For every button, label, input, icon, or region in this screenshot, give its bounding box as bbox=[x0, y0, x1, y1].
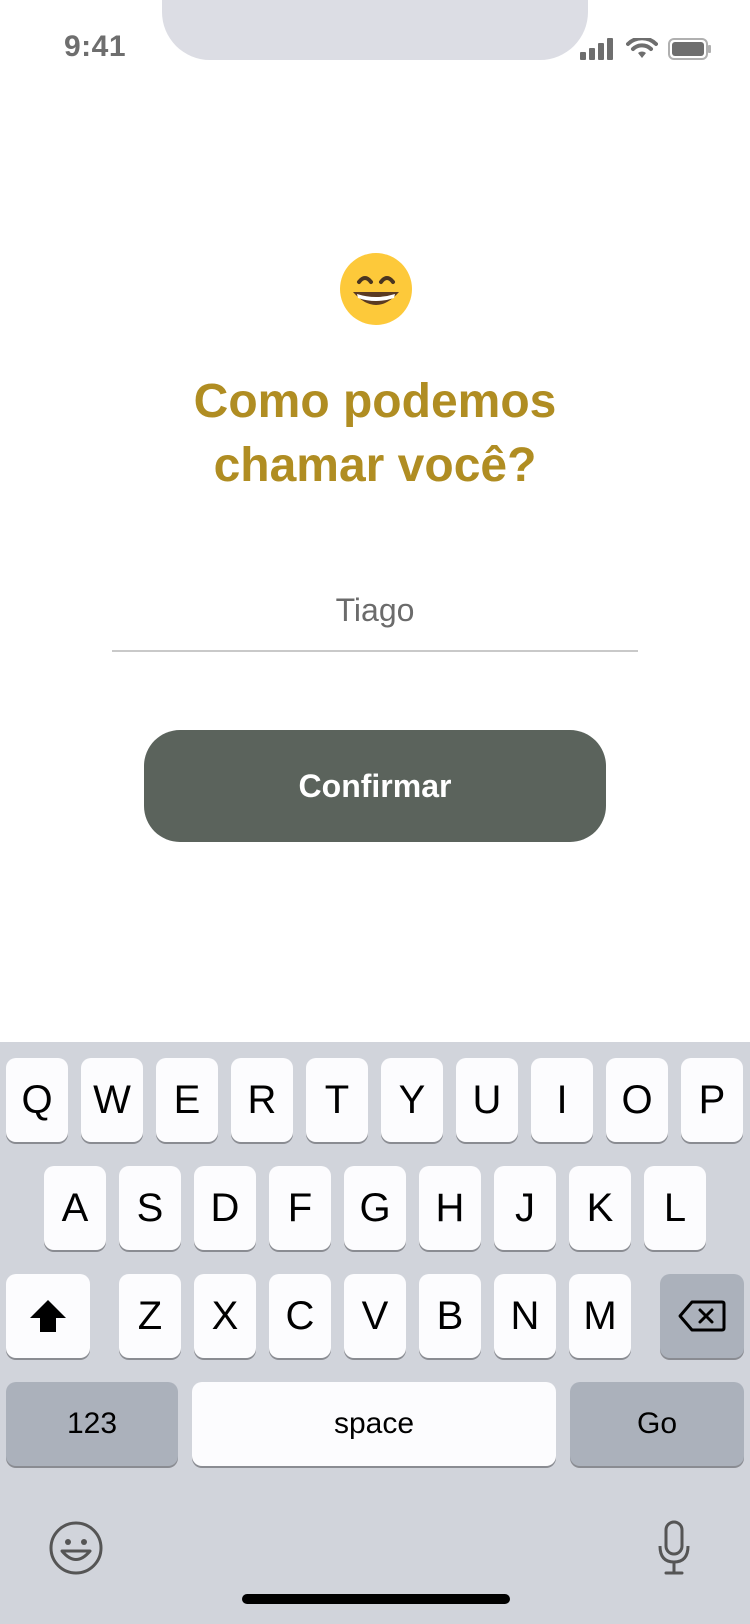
go-key[interactable]: Go bbox=[570, 1382, 744, 1466]
key-h[interactable]: H bbox=[419, 1166, 481, 1250]
key-u[interactable]: U bbox=[456, 1058, 518, 1142]
key-l[interactable]: L bbox=[644, 1166, 706, 1250]
key-n[interactable]: N bbox=[494, 1274, 556, 1358]
key-z[interactable]: Z bbox=[119, 1274, 181, 1358]
key-s[interactable]: S bbox=[119, 1166, 181, 1250]
key-b[interactable]: B bbox=[419, 1274, 481, 1358]
wifi-icon bbox=[626, 38, 658, 58]
key-j[interactable]: J bbox=[494, 1166, 556, 1250]
name-prompt: Como podemos chamar você? bbox=[0, 370, 750, 498]
key-t[interactable]: T bbox=[306, 1058, 368, 1142]
prompt-line-2: chamar você? bbox=[213, 439, 537, 492]
key-g[interactable]: G bbox=[344, 1166, 406, 1250]
home-indicator bbox=[242, 1594, 510, 1604]
key-w[interactable]: W bbox=[81, 1058, 143, 1142]
key-f[interactable]: F bbox=[269, 1166, 331, 1250]
space-key[interactable]: space bbox=[192, 1382, 556, 1466]
confirm-button[interactable]: Confirmar bbox=[144, 730, 606, 842]
key-k[interactable]: K bbox=[569, 1166, 631, 1250]
emoji-icon[interactable] bbox=[48, 1520, 104, 1581]
shift-icon bbox=[30, 1300, 66, 1332]
key-q[interactable]: Q bbox=[6, 1058, 68, 1142]
key-r[interactable]: R bbox=[231, 1058, 293, 1142]
key-o[interactable]: O bbox=[606, 1058, 668, 1142]
key-v[interactable]: V bbox=[344, 1274, 406, 1358]
screen: 9:41 Como podemos chamar você? Tiago Con… bbox=[0, 0, 750, 1624]
notch bbox=[162, 0, 588, 60]
key-d[interactable]: D bbox=[194, 1166, 256, 1250]
numbers-key[interactable]: 123 bbox=[6, 1382, 178, 1466]
key-e[interactable]: E bbox=[156, 1058, 218, 1142]
key-m[interactable]: M bbox=[569, 1274, 631, 1358]
backspace-icon bbox=[678, 1300, 726, 1332]
battery-icon bbox=[668, 38, 711, 60]
key-i[interactable]: I bbox=[531, 1058, 593, 1142]
shift-key[interactable] bbox=[6, 1274, 90, 1358]
grinning-emoji-icon bbox=[339, 252, 413, 326]
key-a[interactable]: A bbox=[44, 1166, 106, 1250]
name-input[interactable] bbox=[112, 570, 638, 652]
microphone-icon[interactable] bbox=[656, 1520, 692, 1581]
key-x[interactable]: X bbox=[194, 1274, 256, 1358]
status-icons bbox=[580, 38, 712, 60]
status-time: 9:41 bbox=[64, 30, 127, 63]
key-y[interactable]: Y bbox=[381, 1058, 443, 1142]
keyboard: Q W E R T Y U I O P A S D F G H J K L Z … bbox=[0, 1042, 750, 1624]
key-p[interactable]: P bbox=[681, 1058, 743, 1142]
cellular-icon bbox=[580, 38, 613, 60]
key-c[interactable]: C bbox=[269, 1274, 331, 1358]
prompt-line-1: Como podemos bbox=[193, 375, 557, 428]
backspace-key[interactable] bbox=[660, 1274, 744, 1358]
